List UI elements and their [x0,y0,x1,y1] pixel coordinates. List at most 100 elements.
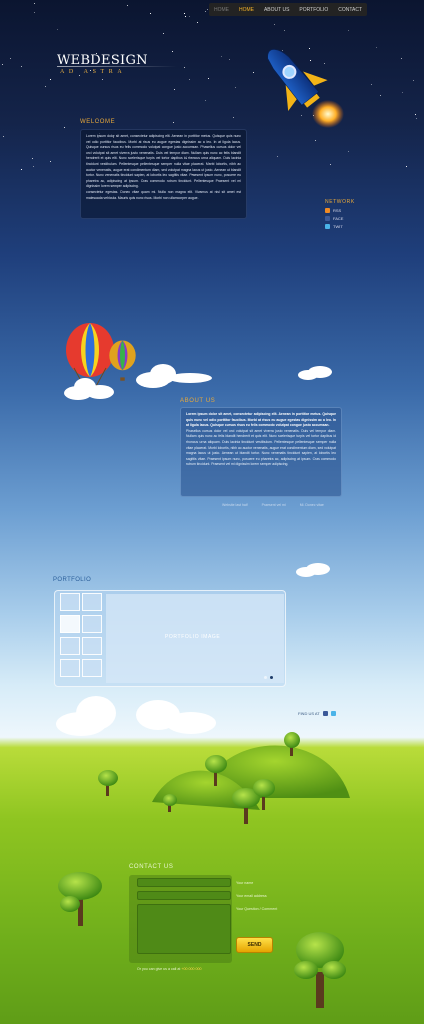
star [402,92,403,93]
star [172,51,173,52]
about-meta-item: Praesent vel mi [261,503,286,507]
star [50,161,51,162]
cloud [136,364,212,388]
name-input[interactable] [137,878,231,887]
star [163,33,164,34]
star [79,75,80,76]
star [315,140,316,141]
network-rss[interactable]: RSS [325,208,355,213]
star [3,136,4,137]
star [34,3,35,4]
email-input[interactable] [137,891,231,900]
rocket-illustration [267,48,344,128]
network-twitter-label: TWIT [333,224,343,229]
star [32,158,33,159]
name-label: Your name [236,881,254,885]
about-meta-item: Website last half [222,503,248,507]
twitter-icon[interactable] [330,711,336,716]
contact-footer-text: Or you can give us a call at [137,967,181,971]
cloud [296,563,330,577]
about-meta-item: Mi. Donec vitae [299,503,324,507]
star [184,67,185,68]
comment-textarea[interactable] [137,904,231,954]
welcome-body-2: consectetur egestas. Donec vitae quam mi… [86,189,241,200]
top-navigation: HOME HOME ABOUT US PORTFOLIO CONTACT [209,3,367,16]
network-heading: NETWORK [325,199,355,205]
star [173,122,174,123]
star [150,13,151,14]
network-facebook-label: FACE [333,216,344,221]
rss-icon [325,208,330,213]
network-twitter[interactable]: TWIT [325,224,355,229]
nav-item-portfolio[interactable]: PORTFOLIO [297,7,330,13]
contact-footer: Or you can give us a call at +00 000 000 [137,967,201,971]
twitter-icon [325,224,330,229]
star [348,30,349,31]
nav-item-about[interactable]: ABOUT US [262,7,291,13]
site-tagline: AD ASTRA [60,69,127,75]
star [406,166,407,167]
cloud [298,366,332,380]
star [197,22,198,23]
pager-dot-active[interactable] [270,676,273,679]
star [229,59,230,60]
nav-item-home-dim[interactable]: HOME [212,7,231,13]
welcome-heading: WELCOME [80,119,116,125]
find-us: FIND US AT [298,711,336,716]
portfolio-thumbnail[interactable] [82,637,102,655]
contact-phone[interactable]: +00 000 000 [181,967,201,971]
star [189,79,190,80]
star [371,84,372,85]
portfolio-thumbnail[interactable] [60,593,80,611]
comment-label: Your Question / Comment [236,907,278,911]
star [174,89,175,90]
star [274,24,275,25]
star [57,29,58,30]
portfolio-thumbnail[interactable] [60,615,80,633]
star [184,13,185,14]
star [376,47,377,48]
star [401,58,402,59]
star [235,87,236,88]
star [21,66,22,67]
portfolio-thumbnail[interactable] [60,637,80,655]
welcome-body: Lorem ipsum dolor sit amet, consectetur … [86,134,241,189]
star [348,151,349,152]
star [233,117,234,118]
star [33,166,34,167]
portfolio-thumbnail[interactable] [82,659,102,677]
portfolio-thumbnail[interactable] [60,659,80,677]
star [185,16,186,17]
nav-item-contact[interactable]: CONTACT [336,7,364,13]
star [45,86,46,87]
portfolio-heading: PORTFOLIO [53,577,92,583]
star [2,64,3,65]
star [284,30,285,31]
star [413,80,414,81]
facebook-icon[interactable] [322,711,328,716]
star [416,118,417,119]
portfolio-image-placeholder: PORTFOLIO IMAGE [165,634,221,640]
portfolio-pager [264,676,273,679]
star [221,56,222,57]
about-text-box: Lorem ipsum dolor sit amet, consectetur … [180,407,342,497]
about-body: Phasellus cursus dolor vel orci volutpat… [186,428,336,467]
star [208,78,209,79]
star [102,79,103,80]
nav-item-home[interactable]: HOME [237,7,256,13]
network-panel: NETWORK RSS FACE TWIT [325,199,355,229]
network-facebook[interactable]: FACE [325,216,355,221]
facebook-icon [325,216,330,221]
star [205,100,206,101]
pager-dot[interactable] [264,676,267,679]
portfolio-thumbnail[interactable] [82,615,102,633]
cloud [64,378,114,400]
network-rss-label: RSS [333,208,342,213]
send-button[interactable]: SEND [236,937,273,953]
portfolio-thumbnail[interactable] [82,593,102,611]
contact-heading: CONTACT US [129,864,174,870]
star [50,79,51,80]
star [415,114,416,115]
about-meta: Website last half Praesent vel mi Mi. Do… [222,503,324,507]
logo-divider [57,66,177,67]
